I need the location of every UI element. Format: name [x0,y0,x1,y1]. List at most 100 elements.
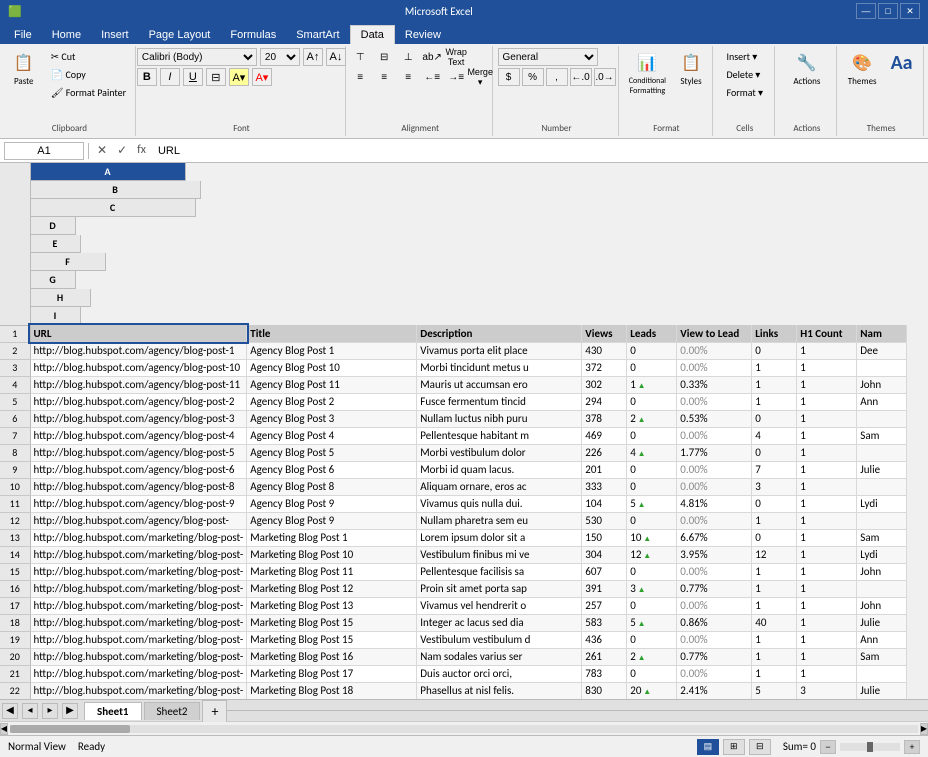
sheet-scroll-next-button[interactable]: ▸ [42,703,58,719]
align-top-button[interactable]: ⊤ [349,48,371,66]
cell-g4[interactable]: 1 [752,376,797,393]
minimize-button[interactable]: — [856,3,876,19]
h-scroll-thumb[interactable] [10,725,130,733]
cell-a12[interactable]: http://blog.hubspot.com/agency/blog-post… [30,512,247,529]
cell-a8[interactable]: http://blog.hubspot.com/agency/blog-post… [30,444,247,461]
cell-h22[interactable]: 3 [797,682,857,699]
cell-a13[interactable]: http://blog.hubspot.com/marketing/blog-p… [30,529,247,546]
cell-b7[interactable]: Agency Blog Post 4 [247,427,417,444]
conditional-formatting-button[interactable]: 📊 ConditionalFormatting [624,48,671,99]
row-num-20[interactable]: 20 [0,648,30,665]
actions-button[interactable]: 🔧 Actions [788,48,825,90]
row-num-8[interactable]: 8 [0,444,30,461]
align-center-button[interactable]: ≡ [373,68,395,86]
cell-b19[interactable]: Marketing Blog Post 15 [247,631,417,648]
cell-h16[interactable]: 1 [797,580,857,597]
row-num-1[interactable]: 1 [0,325,30,342]
cell-c15[interactable]: Pellentesque facilisis sa [417,563,582,580]
font-size-increase-button[interactable]: A↑ [303,48,323,66]
cell-i22[interactable]: Julie [857,682,907,699]
cell-d14[interactable]: 304 [582,546,627,563]
cell-a10[interactable]: http://blog.hubspot.com/agency/blog-post… [30,478,247,495]
cell-a21[interactable]: http://blog.hubspot.com/marketing/blog-p… [30,665,247,682]
cell-e6[interactable]: 2 ▲ [627,410,677,427]
cell-e8[interactable]: 4 ▲ [627,444,677,461]
zoom-slider-thumb[interactable] [867,742,873,752]
cell-g20[interactable]: 1 [752,648,797,665]
cell-f12[interactable]: 0.00% [677,512,752,529]
zoom-out-button[interactable]: − [820,740,836,754]
cell-f16[interactable]: 0.77% [677,580,752,597]
tab-smartart[interactable]: SmartArt [286,26,349,44]
maximize-button[interactable]: □ [878,3,898,19]
cell-i3[interactable] [857,359,907,376]
cell-d13[interactable]: 150 [582,529,627,546]
cell-e1[interactable]: Leads [627,325,677,342]
cell-a11[interactable]: http://blog.hubspot.com/agency/blog-post… [30,495,247,512]
cell-f9[interactable]: 0.00% [677,461,752,478]
border-button[interactable]: ⊟ [206,68,226,86]
cell-d12[interactable]: 530 [582,512,627,529]
align-right-button[interactable]: ≡ [397,68,419,86]
cell-f6[interactable]: 0.53% [677,410,752,427]
cell-d11[interactable]: 104 [582,495,627,512]
add-sheet-button[interactable]: + [202,700,227,722]
col-header-i[interactable]: I [31,307,81,325]
cell-d15[interactable]: 607 [582,563,627,580]
cell-f21[interactable]: 0.00% [677,665,752,682]
cell-d19[interactable]: 436 [582,631,627,648]
cell-f19[interactable]: 0.00% [677,631,752,648]
number-format-select[interactable]: General Number Currency Percentage [498,48,598,66]
cell-f20[interactable]: 0.77% [677,648,752,665]
cell-i11[interactable]: Lydi [857,495,907,512]
cell-b20[interactable]: Marketing Blog Post 16 [247,648,417,665]
currency-button[interactable]: $ [498,68,520,86]
cell-c20[interactable]: Nam sodales varius ser [417,648,582,665]
font-color-button[interactable]: A▾ [252,68,272,86]
tab-home[interactable]: Home [42,26,91,44]
row-num-7[interactable]: 7 [0,427,30,444]
cell-e22[interactable]: 20 ▲ [627,682,677,699]
cell-g7[interactable]: 4 [752,427,797,444]
tab-insert[interactable]: Insert [91,26,139,44]
cell-b2[interactable]: Agency Blog Post 1 [247,342,417,359]
cell-f14[interactable]: 3.95% [677,546,752,563]
cell-e20[interactable]: 2 ▲ [627,648,677,665]
cell-d2[interactable]: 430 [582,342,627,359]
decrease-indent-button[interactable]: ←≡ [421,68,443,86]
col-header-f[interactable]: F [31,253,106,271]
tab-page-layout[interactable]: Page Layout [139,26,221,44]
cell-c6[interactable]: Nullam luctus nibh puru [417,410,582,427]
row-num-22[interactable]: 22 [0,682,30,699]
cell-i21[interactable] [857,665,907,682]
cell-i1[interactable]: Nam [857,325,907,342]
col-header-h[interactable]: H [31,289,91,307]
cell-f1[interactable]: View to Lead [677,325,752,342]
cell-c14[interactable]: Vestibulum finibus mi ve [417,546,582,563]
normal-view-button[interactable]: ▤ [697,739,719,755]
close-button[interactable]: ✕ [900,3,920,19]
cell-i17[interactable]: John [857,597,907,614]
row-num-18[interactable]: 18 [0,614,30,631]
cell-h21[interactable]: 1 [797,665,857,682]
cell-b21[interactable]: Marketing Blog Post 17 [247,665,417,682]
cell-b6[interactable]: Agency Blog Post 3 [247,410,417,427]
sheet-tab-2[interactable]: Sheet2 [144,702,201,720]
bold-button[interactable]: B [137,68,157,86]
cell-d20[interactable]: 261 [582,648,627,665]
cell-e12[interactable]: 0 [627,512,677,529]
page-layout-view-button[interactable]: ⊞ [723,739,745,755]
cell-a16[interactable]: http://blog.hubspot.com/marketing/blog-p… [30,580,247,597]
cell-c12[interactable]: Nullam pharetra sem eu [417,512,582,529]
cell-b22[interactable]: Marketing Blog Post 18 [247,682,417,699]
cell-g5[interactable]: 1 [752,393,797,410]
cell-g19[interactable]: 1 [752,631,797,648]
increase-indent-button[interactable]: →≡ [445,68,467,86]
styles-button[interactable]: 📋 Styles [673,48,709,90]
cell-g6[interactable]: 0 [752,410,797,427]
align-middle-button[interactable]: ⊟ [373,48,395,66]
cell-b13[interactable]: Marketing Blog Post 1 [247,529,417,546]
row-num-5[interactable]: 5 [0,393,30,410]
fill-color-button[interactable]: A▾ [229,68,249,86]
cell-g17[interactable]: 1 [752,597,797,614]
